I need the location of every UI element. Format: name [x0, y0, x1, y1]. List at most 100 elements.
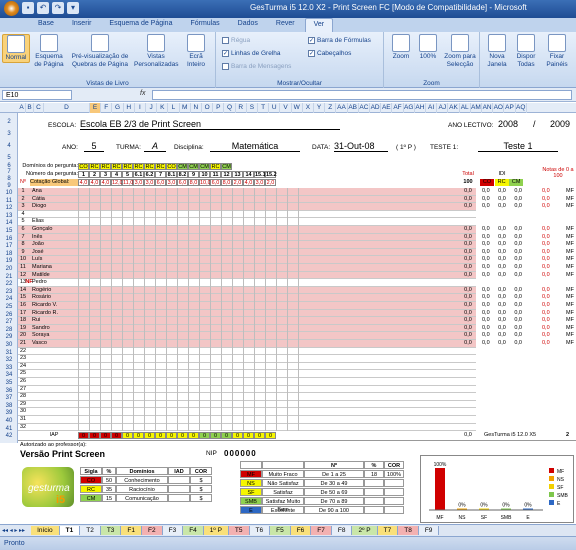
checkbox-gridlines[interactable]: ✓ Linhas de Grelha [222, 50, 281, 57]
column-header[interactable]: AB [348, 103, 359, 113]
column-header[interactable]: Q [224, 103, 236, 113]
sheet-tab[interactable]: F9 [418, 526, 440, 535]
column-header[interactable]: B [26, 103, 34, 113]
column-header[interactable]: T [258, 103, 270, 113]
student-row[interactable]: 1 Ana 0,0 0,0 0,0 0,0 0,0 MF [18, 188, 574, 196]
score-cells[interactable] [78, 324, 308, 333]
column-header[interactable]: G [112, 103, 124, 113]
new-window-button[interactable]: Nova Janela [484, 34, 510, 69]
column-header[interactable]: AJ [437, 103, 449, 113]
row-header[interactable]: 9 [0, 183, 18, 189]
score-cells[interactable] [78, 271, 308, 280]
column-header[interactable]: AK [448, 103, 460, 113]
score-cells[interactable] [78, 416, 308, 424]
student-row[interactable]: 4 [18, 210, 476, 219]
student-name[interactable]: João [30, 241, 78, 248]
freeze-panes-button[interactable]: Fixar Painéis [542, 34, 572, 69]
row-header[interactable]: 34 [0, 372, 18, 378]
student-name[interactable]: Mariana [30, 264, 78, 271]
student-row[interactable]: 2 Cátia 0,0 0,0 0,0 0,0 0,0 MF [18, 195, 574, 204]
score-cells[interactable] [78, 286, 308, 295]
score-cells[interactable] [78, 248, 308, 257]
student-row[interactable]: 32 [18, 423, 476, 432]
student-name[interactable]: Soraya [30, 332, 78, 339]
checkbox-formula-bar[interactable]: ✓ Barra de Fórmulas [308, 37, 371, 44]
cotacao-value[interactable]: 11,0 [122, 179, 133, 186]
student-row[interactable]: 28 [18, 393, 476, 401]
cotacao-value[interactable]: 2,0 [232, 179, 243, 186]
student-name[interactable]: Cátia [30, 196, 78, 203]
column-header[interactable]: J [146, 103, 158, 113]
student-row[interactable]: 10 Luís 0,0 0,0 0,0 0,0 0,0 MF [18, 256, 574, 264]
dropdown-icon[interactable]: ▾ [67, 2, 79, 14]
score-cells[interactable] [78, 233, 308, 242]
student-name[interactable]: Matilde [30, 272, 78, 279]
row-header[interactable]: 37 [0, 395, 18, 401]
student-row[interactable]: 24 [18, 362, 476, 371]
student-name[interactable]: Luís [30, 256, 78, 263]
cotacao-value[interactable]: 3,0 [144, 179, 155, 186]
worksheet[interactable]: ESCOLA: Escola EB 2/3 de Print Screen AN… [18, 113, 576, 443]
row-header[interactable]: 5 [0, 155, 18, 161]
score-cells[interactable] [78, 188, 308, 196]
ribbon-tab[interactable]: Rever [268, 18, 303, 32]
student-name[interactable]: José [30, 249, 78, 256]
row-header[interactable]: 10 [0, 190, 18, 196]
student-name[interactable]: Rui [30, 317, 78, 324]
column-header[interactable]: AH [415, 103, 426, 113]
sheet-nav-icon[interactable]: ◂◂ ◂ ▸ ▸▸ [2, 527, 25, 534]
column-header[interactable]: AM [471, 103, 482, 113]
custom-views-button[interactable]: Vistas Personalizadas [134, 34, 178, 69]
student-row[interactable]: 21 Vasco 0,0 0,0 0,0 0,0 0,0 MF [18, 340, 574, 348]
normal-view-button[interactable]: Normal [2, 34, 30, 63]
student-row[interactable]: 30 [18, 408, 476, 416]
zoom-100-button[interactable]: 100% [416, 34, 440, 61]
student-row[interactable]: 18 Rui 0,0 0,0 0,0 0,0 0,0 MF [18, 317, 574, 325]
student-row[interactable]: 17 Ricardo R. 0,0 0,0 0,0 0,0 0,0 MF [18, 309, 574, 318]
student-name[interactable]: Pedro [30, 279, 78, 286]
row-header[interactable]: 3 [0, 131, 18, 137]
column-header[interactable]: N [191, 103, 202, 113]
row-header[interactable]: 36 [0, 388, 18, 394]
redo-icon[interactable]: ↷ [52, 2, 64, 14]
row-header[interactable]: 24 [0, 296, 18, 302]
row-header[interactable]: 19 [0, 258, 18, 264]
column-header[interactable]: AE [381, 103, 393, 113]
cotacao-value[interactable]: 12,0 [111, 179, 123, 186]
student-row[interactable]: 20 Soraya 0,0 0,0 0,0 0,0 0,0 MF [18, 332, 574, 340]
student-row[interactable]: 5 Elias [18, 218, 476, 226]
undo-icon[interactable]: ↶ [37, 2, 49, 14]
student-row[interactable]: 3 Diogo 0,0 0,0 0,0 0,0 0,0 MF [18, 203, 574, 211]
row-header[interactable]: 23 [0, 289, 18, 295]
column-header[interactable]: AI [426, 103, 438, 113]
sheet-tab[interactable]: T3 [100, 526, 122, 535]
student-row[interactable]: 23 [18, 355, 476, 363]
cotacao-value[interactable]: 6,0 [210, 179, 221, 186]
row-header[interactable]: 4 [0, 143, 18, 149]
score-cells[interactable] [78, 317, 308, 325]
disciplina-value[interactable]: Matemática [210, 141, 300, 152]
score-cells[interactable] [78, 241, 308, 249]
row-header[interactable]: 38 [0, 403, 18, 409]
score-cells[interactable] [78, 385, 308, 394]
row-header[interactable]: 28 [0, 327, 18, 333]
column-header[interactable]: AF [392, 103, 404, 113]
score-cells[interactable] [78, 218, 308, 226]
checkbox-headings[interactable]: ✓ Cabeçalhos [308, 50, 351, 57]
office-button-icon[interactable] [4, 1, 19, 16]
score-cells[interactable] [78, 294, 308, 302]
column-header[interactable]: P [213, 103, 225, 113]
student-row[interactable]: 16 Ricardo V. 0,0 0,0 0,0 0,0 0,0 MF [18, 302, 574, 310]
student-name[interactable]: Sandro [30, 325, 78, 332]
row-header[interactable]: 12 [0, 205, 18, 211]
row-header[interactable]: 27 [0, 319, 18, 325]
zoom-button[interactable]: Zoom [388, 34, 414, 61]
ribbon-tab[interactable]: Dados [230, 18, 266, 32]
save-icon[interactable]: ▪ [22, 2, 34, 14]
row-header[interactable]: 42 [0, 433, 18, 439]
row-header[interactable]: 39 [0, 410, 18, 416]
student-row[interactable]: 12 Matilde 0,0 0,0 0,0 0,0 0,0 MF [18, 271, 574, 280]
column-header[interactable]: S [247, 103, 258, 113]
formula-input[interactable] [152, 90, 572, 100]
column-header[interactable]: Y [314, 103, 326, 113]
